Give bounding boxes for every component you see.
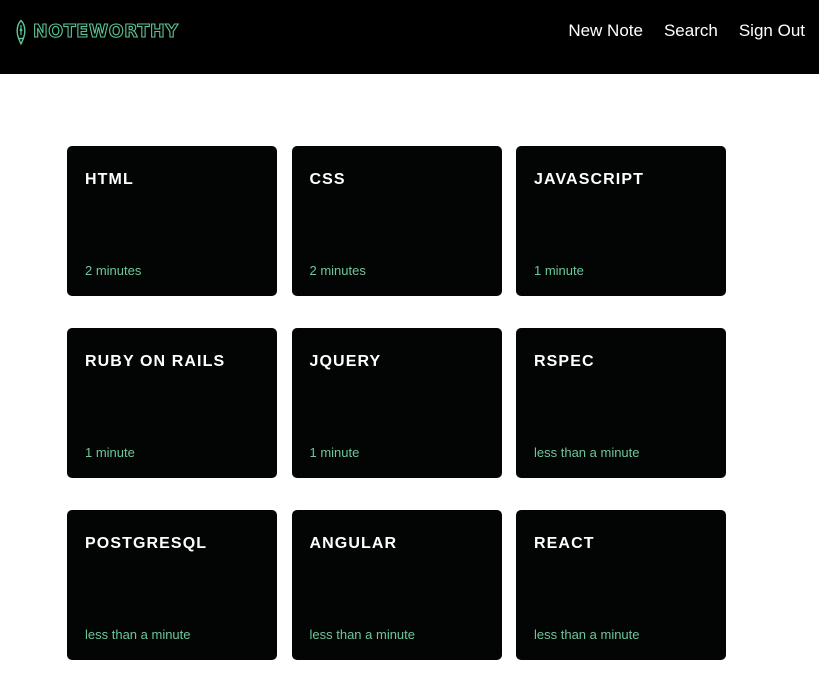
brand-name: NOTEWORTHY xyxy=(32,21,179,42)
note-card-react[interactable]: REACT less than a minute xyxy=(516,510,726,660)
note-title: CSS xyxy=(309,171,346,188)
note-card-jquery[interactable]: JQUERY 1 minute xyxy=(291,328,502,478)
note-title: REACT xyxy=(534,535,595,552)
note-timestamp: 1 minute xyxy=(534,263,584,278)
brand-logo-link[interactable]: NOTEWORTHY xyxy=(14,18,179,46)
new-note-link[interactable]: New Note xyxy=(568,20,643,42)
search-link[interactable]: Search xyxy=(664,20,718,42)
note-timestamp: less than a minute xyxy=(534,445,640,460)
sign-out-link[interactable]: Sign Out xyxy=(739,20,805,42)
notes-grid: HTML 2 minutes CSS 2 minutes JAVASCRIPT … xyxy=(67,146,726,660)
note-timestamp: 1 minute xyxy=(85,445,135,460)
note-timestamp: 2 minutes xyxy=(309,263,366,278)
note-timestamp: less than a minute xyxy=(534,627,640,642)
note-title: ANGULAR xyxy=(309,535,398,552)
note-title: RSPEC xyxy=(534,353,595,370)
note-card-postgresql[interactable]: POSTGRESQL less than a minute xyxy=(67,510,277,660)
note-card-ruby-on-rails[interactable]: RUBY ON RAILS 1 minute xyxy=(67,328,277,478)
note-timestamp: 1 minute xyxy=(309,445,360,460)
note-card-css[interactable]: CSS 2 minutes xyxy=(291,146,502,296)
note-timestamp: 2 minutes xyxy=(85,263,142,278)
note-timestamp: less than a minute xyxy=(85,627,191,642)
note-card-rspec[interactable]: RSPEC less than a minute xyxy=(516,328,726,478)
note-card-angular[interactable]: ANGULAR less than a minute xyxy=(291,510,502,660)
note-title: POSTGRESQL xyxy=(85,535,208,552)
note-card-javascript[interactable]: JAVASCRIPT 1 minute xyxy=(516,146,726,296)
note-title: RUBY ON RAILS xyxy=(85,353,226,370)
navbar: NOTEWORTHY New Note Search Sign Out xyxy=(0,0,819,74)
note-card-html[interactable]: HTML 2 minutes xyxy=(67,146,277,296)
note-title: HTML xyxy=(85,171,134,188)
note-title: JAVASCRIPT xyxy=(534,171,644,188)
note-title: JQUERY xyxy=(309,353,382,370)
nav-links: New Note Search Sign Out xyxy=(568,20,805,42)
note-timestamp: less than a minute xyxy=(309,627,416,642)
pen-nib-icon xyxy=(16,19,26,45)
